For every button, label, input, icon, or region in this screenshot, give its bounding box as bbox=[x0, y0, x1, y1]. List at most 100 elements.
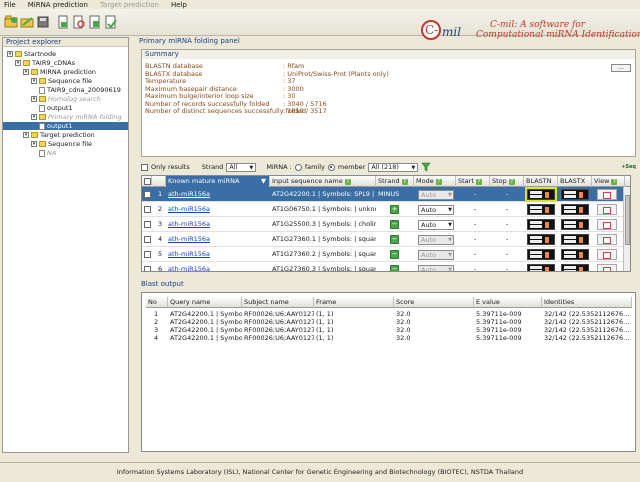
summary-more-button[interactable]: ... bbox=[611, 64, 631, 72]
help-icon[interactable]: ? bbox=[508, 179, 515, 185]
expand-toggle-icon[interactable]: ▾ bbox=[23, 69, 29, 75]
tree-node[interactable]: ▾ Primary miRNA folding bbox=[31, 113, 122, 121]
row-checkbox[interactable] bbox=[144, 206, 151, 213]
blastx-result-thumbnail[interactable] bbox=[561, 219, 589, 230]
mirna-link[interactable]: ath-miR156a bbox=[168, 250, 210, 258]
filter-icon[interactable] bbox=[421, 162, 431, 172]
col-view[interactable]: View? bbox=[592, 176, 625, 187]
row-checkbox-cell[interactable] bbox=[142, 217, 152, 232]
menu-help[interactable]: Help bbox=[171, 1, 187, 9]
minus-strand-icon[interactable]: − bbox=[390, 235, 399, 244]
help-icon[interactable]: ? bbox=[435, 179, 442, 185]
mirna-link[interactable]: ath-miR156a bbox=[168, 190, 210, 198]
col-subject-name[interactable]: Subject name bbox=[242, 297, 314, 308]
menu-target-prediction[interactable]: Target prediction bbox=[100, 1, 159, 9]
scrollbar-thumb[interactable] bbox=[625, 195, 630, 245]
minus-strand-icon[interactable]: − bbox=[390, 265, 399, 271]
only-results-checkbox[interactable] bbox=[141, 163, 148, 171]
tree-node[interactable]: ▾ MiRNA prediction bbox=[23, 68, 96, 76]
blastx-result-thumbnail[interactable] bbox=[561, 189, 589, 200]
mirna-link[interactable]: ath-miR156a bbox=[168, 265, 210, 271]
expand-toggle-icon[interactable]: ▾ bbox=[31, 78, 37, 84]
help-icon[interactable]: ? bbox=[475, 179, 482, 185]
open-project-icon[interactable] bbox=[20, 15, 34, 29]
view-structure-icon[interactable] bbox=[597, 204, 617, 215]
mode-select[interactable]: Auto ▼ bbox=[418, 265, 454, 271]
mode-select[interactable]: Auto ▼ bbox=[418, 190, 454, 200]
tree-node[interactable]: ▾ Sequence file bbox=[31, 77, 92, 85]
col-blastn[interactable]: BLASTN bbox=[524, 176, 558, 187]
plus-strand-icon[interactable]: + bbox=[390, 205, 399, 214]
row-checkbox-cell[interactable] bbox=[142, 247, 152, 262]
view-structure-icon[interactable] bbox=[597, 189, 617, 200]
table-scrollbar[interactable] bbox=[623, 187, 630, 271]
table-row[interactable]: 2 ath-miR156a AT1G06750.1 | Symbols: | unk… bbox=[142, 202, 630, 217]
col-no[interactable] bbox=[152, 176, 166, 187]
expand-toggle-icon[interactable]: ▾ bbox=[31, 114, 37, 120]
row-checkbox-cell[interactable] bbox=[142, 262, 152, 271]
tree-node[interactable]: output1 bbox=[39, 104, 73, 112]
view-structure-icon[interactable] bbox=[597, 249, 617, 260]
minus-strand-icon[interactable]: − bbox=[390, 250, 399, 259]
col-known-mature-mirna[interactable]: Known mature miRNA ▼ bbox=[166, 176, 270, 187]
expand-toggle-icon[interactable]: ▾ bbox=[7, 51, 13, 57]
col-stop[interactable]: Stop? bbox=[490, 176, 524, 187]
col-mode[interactable]: Mode? bbox=[414, 176, 456, 187]
menu-mirna-prediction[interactable]: MiRNA prediction bbox=[28, 1, 88, 9]
member-select[interactable]: All (218) ▼ bbox=[368, 162, 419, 172]
menu-file[interactable]: File bbox=[4, 1, 16, 9]
target-prediction-icon[interactable] bbox=[104, 15, 118, 29]
tree-node[interactable]: ▾ Homolog search bbox=[31, 95, 101, 103]
expand-toggle-icon[interactable]: ▾ bbox=[15, 60, 21, 66]
mode-select[interactable]: Auto ▼ bbox=[418, 250, 454, 260]
sequence-file-icon[interactable] bbox=[56, 15, 70, 29]
expand-toggle-icon[interactable]: ▾ bbox=[31, 96, 37, 102]
col-strand[interactable]: Strand? bbox=[376, 176, 414, 187]
help-icon[interactable]: ? bbox=[611, 179, 618, 185]
tree-node[interactable]: ▾ Target prediction bbox=[23, 131, 95, 139]
new-project-icon[interactable] bbox=[4, 15, 18, 29]
row-checkbox[interactable] bbox=[144, 191, 151, 198]
table-row[interactable]: 3 ath-miR156a AT1G25500.3 | Symbols: | cho… bbox=[142, 217, 630, 232]
row-checkbox-cell[interactable] bbox=[142, 232, 152, 247]
col-start[interactable]: Start? bbox=[456, 176, 490, 187]
view-structure-icon[interactable] bbox=[597, 219, 617, 230]
table-row[interactable]: 6 ath-miR156a AT1G27360.3 | Symbols: | squ… bbox=[142, 262, 630, 271]
col-blastx[interactable]: BLASTX bbox=[558, 176, 592, 187]
blastn-result-thumbnail[interactable] bbox=[527, 264, 555, 271]
select-all-checkbox[interactable] bbox=[144, 178, 151, 185]
family-radio[interactable] bbox=[294, 163, 302, 171]
col-query-name[interactable]: Query name bbox=[168, 297, 242, 308]
export-seq-icon[interactable]: +Seq bbox=[621, 164, 636, 170]
mode-select[interactable]: Auto ▼ bbox=[418, 220, 454, 230]
row-checkbox[interactable] bbox=[144, 221, 151, 228]
table-row[interactable]: 1 ath-miR156a AT2G42200.1 | Symbols: SPL9 … bbox=[142, 187, 630, 202]
view-structure-icon[interactable] bbox=[597, 234, 617, 245]
blastx-result-thumbnail[interactable] bbox=[561, 249, 589, 260]
blastx-result-thumbnail[interactable] bbox=[561, 204, 589, 215]
tree-node[interactable]: ▾ Startnode bbox=[7, 50, 56, 58]
strand-select[interactable]: All ▼ bbox=[226, 162, 257, 172]
table-row[interactable]: 4 ath-miR156a AT1G27360.1 | Symbols: | squ… bbox=[142, 232, 630, 247]
col-input-sequence-name[interactable]: Input sequence name? bbox=[270, 176, 376, 187]
blastn-result-thumbnail[interactable] bbox=[527, 219, 555, 230]
blastn-result-thumbnail[interactable] bbox=[525, 187, 557, 202]
row-checkbox[interactable] bbox=[144, 266, 151, 271]
folding-icon[interactable] bbox=[88, 15, 102, 29]
tree-node[interactable]: TAIR9_cdna_20090619 bbox=[39, 86, 121, 94]
col-score[interactable]: Score bbox=[394, 297, 474, 308]
tree-node[interactable]: output1 bbox=[3, 122, 128, 130]
tree-node[interactable]: NA bbox=[39, 149, 56, 157]
expand-toggle-icon[interactable]: ▾ bbox=[23, 132, 29, 138]
save-icon[interactable] bbox=[36, 15, 50, 29]
homolog-search-icon[interactable] bbox=[72, 15, 86, 29]
col-checkbox[interactable] bbox=[142, 176, 152, 187]
tree-node[interactable]: ▾ TAIR9_cDNAs bbox=[15, 59, 75, 67]
mode-select[interactable]: Auto ▼ bbox=[418, 235, 454, 245]
help-icon[interactable]: ? bbox=[401, 179, 408, 185]
member-radio[interactable] bbox=[327, 163, 335, 171]
row-checkbox-cell[interactable] bbox=[142, 187, 152, 202]
expand-toggle-icon[interactable]: ▾ bbox=[31, 141, 37, 147]
view-structure-icon[interactable] bbox=[597, 264, 617, 271]
col-frame[interactable]: Frame bbox=[314, 297, 394, 308]
